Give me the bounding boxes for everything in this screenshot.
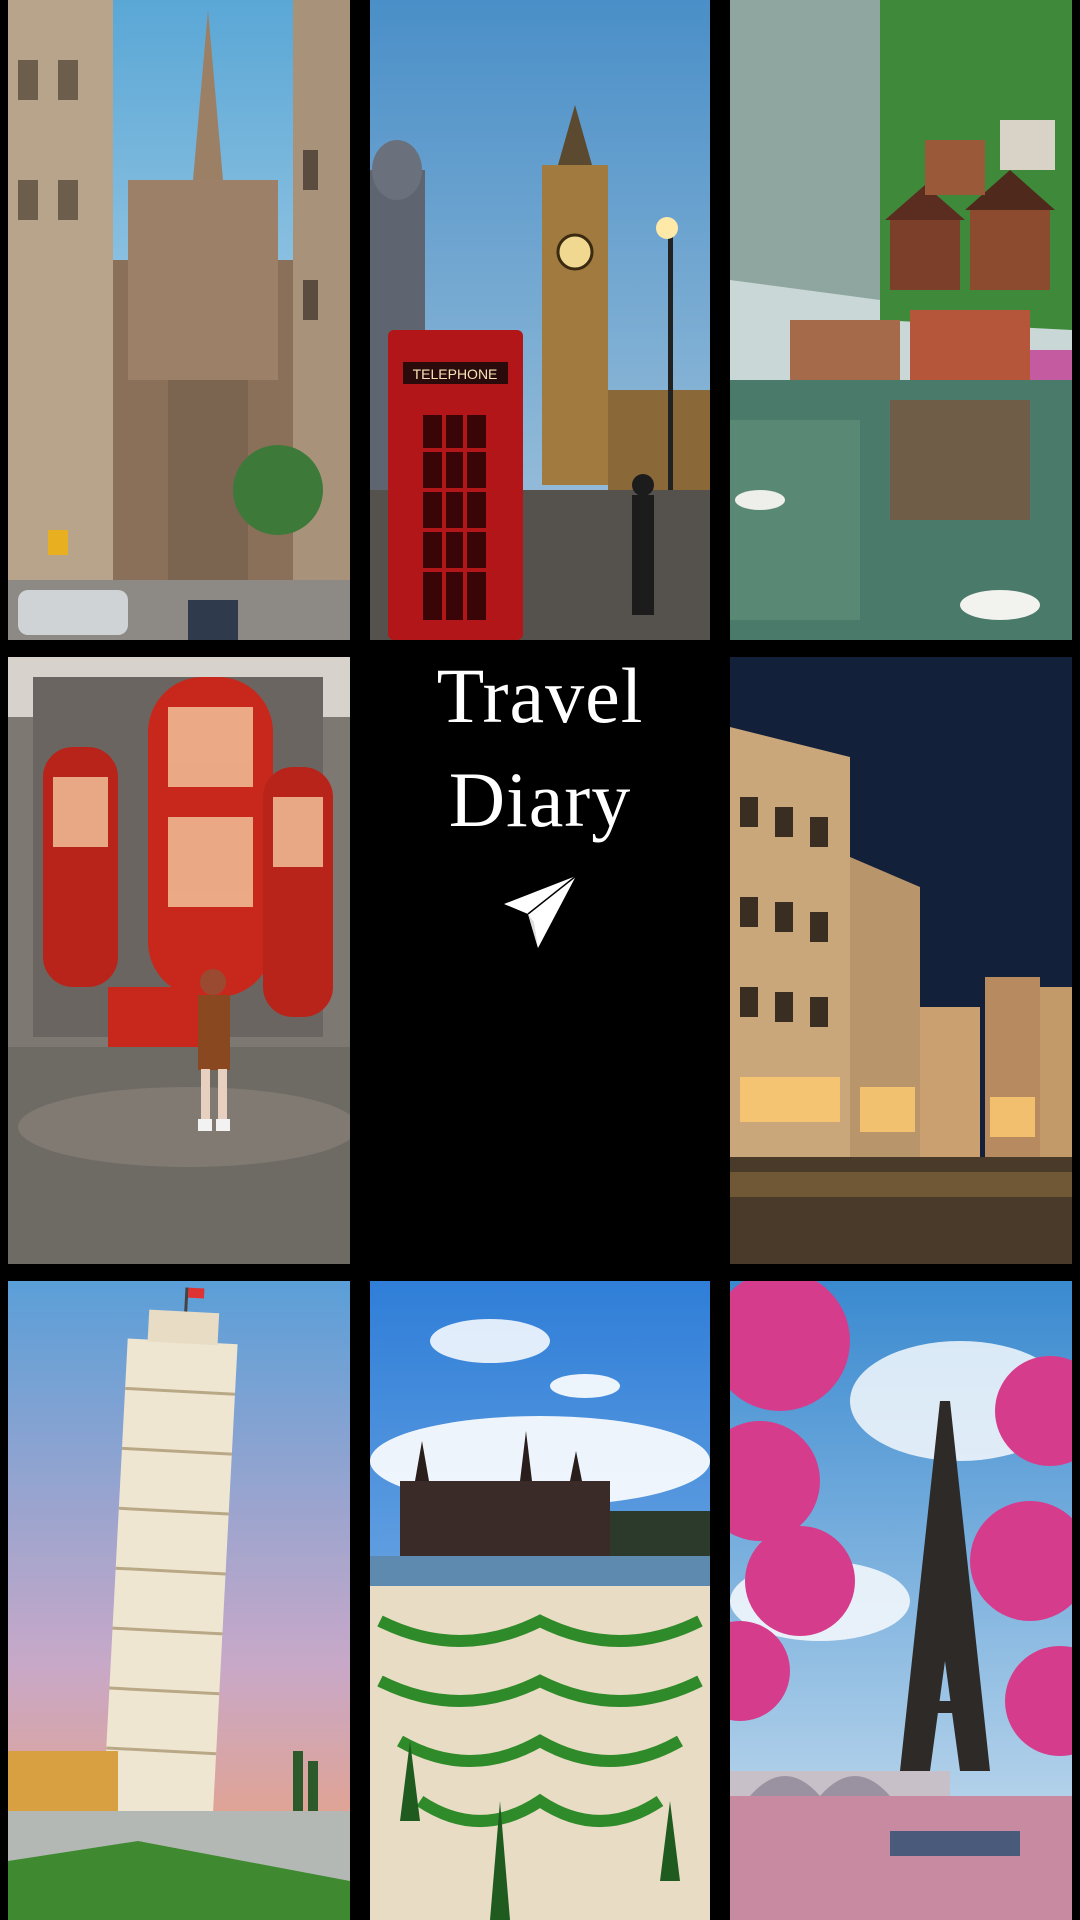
photo-castle-garden: [370, 1281, 710, 1920]
photo-big-ben: TELEPHONE: [370, 0, 710, 640]
photo-night-street: [730, 657, 1072, 1264]
title-line-2: Diary: [448, 756, 632, 843]
photo-lake-village: [730, 0, 1072, 640]
booth-sign-text: TELEPHONE: [413, 366, 498, 382]
collage-title-block: Travel Diary: [370, 650, 710, 952]
paper-plane-icon: [500, 872, 580, 952]
photo-eiffel-tower: [730, 1281, 1072, 1920]
photo-pisa-tower: [8, 1281, 350, 1920]
photo-red-shopfront: [8, 657, 350, 1264]
title-line-1: Travel: [436, 652, 644, 739]
photo-cathedral: [8, 0, 350, 640]
